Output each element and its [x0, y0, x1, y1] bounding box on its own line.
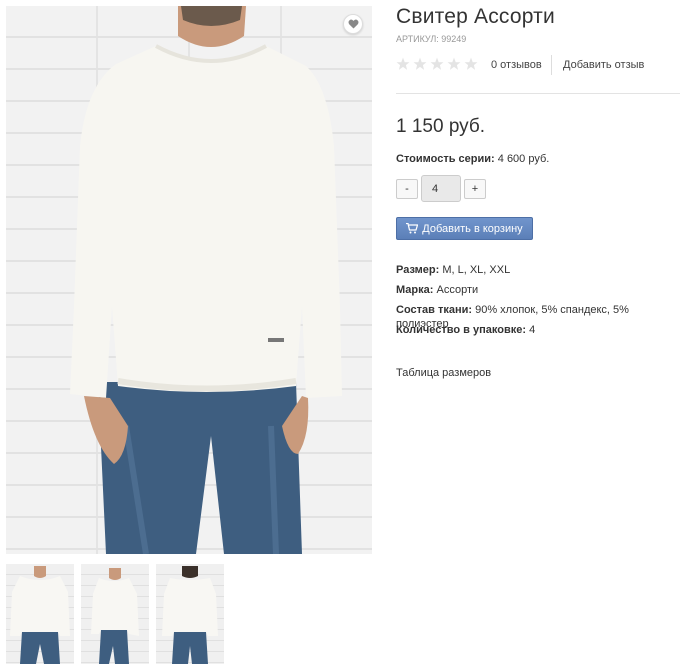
spec-label: Состав ткани:: [396, 304, 473, 316]
thumbnail-side[interactable]: [81, 564, 149, 664]
main-product-photo[interactable]: [6, 6, 372, 554]
divider: [551, 55, 552, 75]
series-price: Стоимость серии: 4 600 руб.: [396, 153, 549, 165]
product-sku: АРТИКУЛ: 99249: [396, 34, 466, 44]
add-review-link[interactable]: Добавить отзыв: [563, 59, 644, 71]
series-price-label: Стоимость серии:: [396, 153, 495, 165]
spec-row: Размер: M, L, XL, XXL: [396, 263, 680, 283]
series-price-value: 4 600 руб.: [497, 153, 550, 165]
quantity-input[interactable]: [421, 175, 461, 202]
heart-icon: [348, 19, 358, 29]
favorite-button[interactable]: [343, 14, 363, 34]
spec-value: M, L, XL, XXL: [442, 264, 511, 276]
thumbnail-front[interactable]: [6, 564, 74, 664]
star-icon[interactable]: [413, 57, 427, 71]
spec-label: Количество в упаковке:: [396, 324, 526, 336]
add-to-cart-label: Добавить в корзину: [422, 222, 523, 235]
spec-label: Марка:: [396, 284, 434, 296]
star-icon[interactable]: [464, 57, 478, 71]
spec-row: Марка: Ассорти: [396, 283, 680, 303]
product-title: Свитер Ассорти: [396, 5, 555, 28]
spec-value: Ассорти: [436, 284, 479, 296]
spec-value: 4: [529, 324, 536, 336]
add-to-cart-button[interactable]: Добавить в корзину: [396, 217, 533, 240]
model-photo-illustration: [70, 6, 342, 554]
star-icon[interactable]: [430, 57, 444, 71]
star-icon[interactable]: [396, 57, 410, 71]
sku-label: АРТИКУЛ:: [396, 34, 439, 44]
quantity-decrease-button[interactable]: -: [396, 179, 418, 199]
cart-icon: [406, 223, 419, 234]
reviews-count[interactable]: 0 отзывов: [491, 59, 542, 71]
product-price: 1 150 руб.: [396, 116, 486, 137]
spec-label: Размер:: [396, 264, 440, 276]
spec-row: Количество в упаковке: 4: [396, 323, 680, 343]
product-specs: Размер: M, L, XL, XXL Марка: Ассорти Сос…: [396, 263, 680, 343]
spec-row: Состав ткани: 90% хлопок, 5% спандекс, 5…: [396, 303, 680, 330]
sku-value: 99249: [441, 34, 467, 44]
divider: [396, 93, 680, 94]
quantity-increase-button[interactable]: +: [464, 179, 486, 199]
thumbnail-back[interactable]: [156, 564, 224, 664]
rating-stars[interactable]: [396, 57, 478, 71]
size-table-link[interactable]: Таблица размеров: [396, 367, 491, 379]
star-icon[interactable]: [447, 57, 461, 71]
